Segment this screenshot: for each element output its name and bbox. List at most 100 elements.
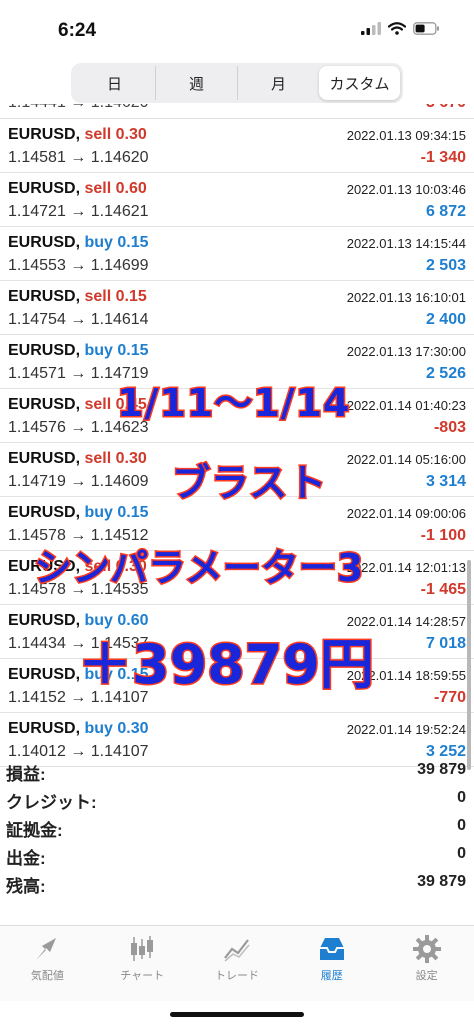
quotes-icon <box>36 938 57 960</box>
trade-symbol: EURUSD, sell 0.60 <box>8 180 147 198</box>
trade-date: 2022.01.14 12:01:13 <box>346 560 466 575</box>
trade-side: sell 0.15 <box>84 288 147 305</box>
summary-value: 0 <box>457 789 466 806</box>
trade-symbol: EURUSD, buy 0.30 <box>8 720 149 738</box>
summary-value: 39 879 <box>417 873 466 890</box>
list-item[interactable]: EURUSD, sell 0.60 2022.01.13 10:03:46 1.14… <box>0 173 474 227</box>
symbol-name: EURUSD, <box>8 234 81 251</box>
status-time: 6:24 <box>58 20 97 41</box>
symbol-name: EURUSD, <box>8 396 81 413</box>
symbol-name: EURUSD, <box>8 666 81 683</box>
trade-side: buy 0.15 <box>84 342 149 359</box>
trade-prices: 1.14553 → 1.14699 <box>8 257 149 274</box>
trade-date: 2022.01.14 19:52:24 <box>346 722 466 737</box>
tab-settings[interactable]: 設定 <box>379 926 474 1001</box>
trade-symbol: EURUSD, buy 0.15 <box>8 342 149 360</box>
wifi-icon <box>388 22 406 35</box>
trade-prices: 1.14754 → 1.14614 <box>8 311 149 328</box>
trade-prices: 1.14721 → 1.14621 <box>8 203 149 220</box>
tab-label: 気配値 <box>30 970 64 982</box>
tab-label: チャート <box>120 970 165 982</box>
bottom-tab-bar: 気配値 チャート トレード 履歴 設定 <box>0 925 474 1001</box>
summary-value: 0 <box>457 845 466 862</box>
summary-label: 残高: <box>6 877 46 896</box>
list-item[interactable]: EURUSD, sell 0.30 2022.01.13 09:34:15 1.14… <box>0 119 474 173</box>
summary-credit-row: クレジット: 0 <box>0 786 474 814</box>
trade-date: 2022.01.13 10:03:46 <box>346 182 466 197</box>
tab-week[interactable]: 週 <box>156 66 238 100</box>
summary-label: クレジット: <box>6 793 97 812</box>
tab-label: 履歴 <box>320 970 343 982</box>
symbol-name: EURUSD, <box>8 288 81 305</box>
summary-profit-row: 損益: 39 879 <box>0 758 474 786</box>
signal-icon <box>361 22 381 35</box>
home-indicator[interactable] <box>170 1012 304 1017</box>
trade-symbol: EURUSD, sell 0.30 <box>8 450 147 468</box>
scrollbar[interactable] <box>467 560 471 770</box>
trade-profit: 2 400 <box>425 311 466 328</box>
symbol-name: EURUSD, <box>8 180 81 197</box>
tab-quotes[interactable]: 気配値 <box>0 926 95 1001</box>
symbol-name: EURUSD, <box>8 450 81 467</box>
trade-date: 2022.01.13 14:15:44 <box>346 236 466 251</box>
settings-icon <box>412 935 441 963</box>
account-summary: 損益: 39 879 クレジット: 0 証拠金: 0 出金: 0 残高: 39 … <box>0 758 474 898</box>
trade-profit: 3 314 <box>425 473 466 490</box>
tab-history[interactable]: 履歴 <box>284 926 379 1001</box>
trade-prices: 1.14581 → 1.14620 <box>8 149 149 166</box>
trade-date: 2022.01.13 16:10:01 <box>346 290 466 305</box>
symbol-name: EURUSD, <box>8 504 81 521</box>
summary-balance-row: 残高: 39 879 <box>0 870 474 898</box>
tab-chart[interactable]: チャート <box>95 926 190 1001</box>
trade-symbol: EURUSD, sell 0.30 <box>8 126 147 144</box>
summary-value: 39 879 <box>417 761 466 778</box>
list-item[interactable]: EURUSD, buy 0.15 2022.01.13 14:15:44 1.145… <box>0 227 474 281</box>
tab-day[interactable]: 日 <box>74 66 156 100</box>
symbol-name: EURUSD, <box>8 720 81 737</box>
history-icon <box>319 938 344 960</box>
summary-label: 証拠金: <box>6 821 63 840</box>
overlay-profit-total: ＋39879円 <box>77 632 376 698</box>
summary-margin-row: 証拠金: 0 <box>0 814 474 842</box>
trade-side: buy 0.15 <box>84 234 149 251</box>
tab-custom[interactable]: カスタム <box>319 66 400 100</box>
symbol-name: EURUSD, <box>8 612 81 629</box>
trade-profit: -803 <box>433 419 466 436</box>
trade-date: 2022.01.14 09:00:06 <box>346 506 466 521</box>
trade-profit: 2 503 <box>425 257 466 274</box>
tab-label: トレード <box>214 970 259 982</box>
trade-profit: -1 100 <box>420 527 466 544</box>
summary-withdrawal-row: 出金: 0 <box>0 842 474 870</box>
trade-side: buy 0.30 <box>84 720 149 737</box>
list-item[interactable]: EURUSD, sell 0.15 2022.01.13 16:10:01 1.14… <box>0 281 474 335</box>
trade-date: 2022.01.14 01:40:23 <box>346 398 466 413</box>
trade-side: sell 0.30 <box>84 450 147 467</box>
trade-profit: -3 670 <box>421 104 466 112</box>
period-segmented-control: 日 週 月 カスタム <box>71 63 403 103</box>
trade-side: sell 0.30 <box>84 126 147 143</box>
status-icons <box>361 22 440 35</box>
trade-profit: 6 872 <box>425 203 466 220</box>
summary-label: 損益: <box>6 765 46 784</box>
symbol-name: EURUSD, <box>8 126 81 143</box>
trade-date: 2022.01.13 17:30:00 <box>346 344 466 359</box>
trade-date: 2022.01.13 09:34:15 <box>346 128 466 143</box>
trade-profit: -1 465 <box>420 581 466 598</box>
overlay-product-name: ブラスト <box>170 460 328 507</box>
trade-profit: 7 018 <box>425 635 466 652</box>
chart-icon <box>131 936 154 961</box>
summary-value: 0 <box>457 817 466 834</box>
trade-symbol: EURUSD, buy 0.15 <box>8 504 149 522</box>
trade-side: sell 0.60 <box>84 180 147 197</box>
trade-profit: 2 526 <box>425 365 466 382</box>
list-item-partial[interactable]: 1.14441 → 1.14620 -3 670 <box>0 104 474 119</box>
status-bar: 6:24 <box>0 0 474 60</box>
trade-symbol: EURUSD, buy 0.15 <box>8 234 149 252</box>
battery-icon <box>413 22 439 35</box>
overlay-date-range: 1/11〜1/14 <box>115 380 351 427</box>
trade-symbol: EURUSD, sell 0.15 <box>8 288 147 306</box>
trade-prices: 1.14441 → 1.14620 <box>8 104 149 112</box>
tab-month[interactable]: 月 <box>238 66 319 100</box>
trade-icon <box>224 939 250 962</box>
tab-trade[interactable]: トレード <box>190 926 285 1001</box>
